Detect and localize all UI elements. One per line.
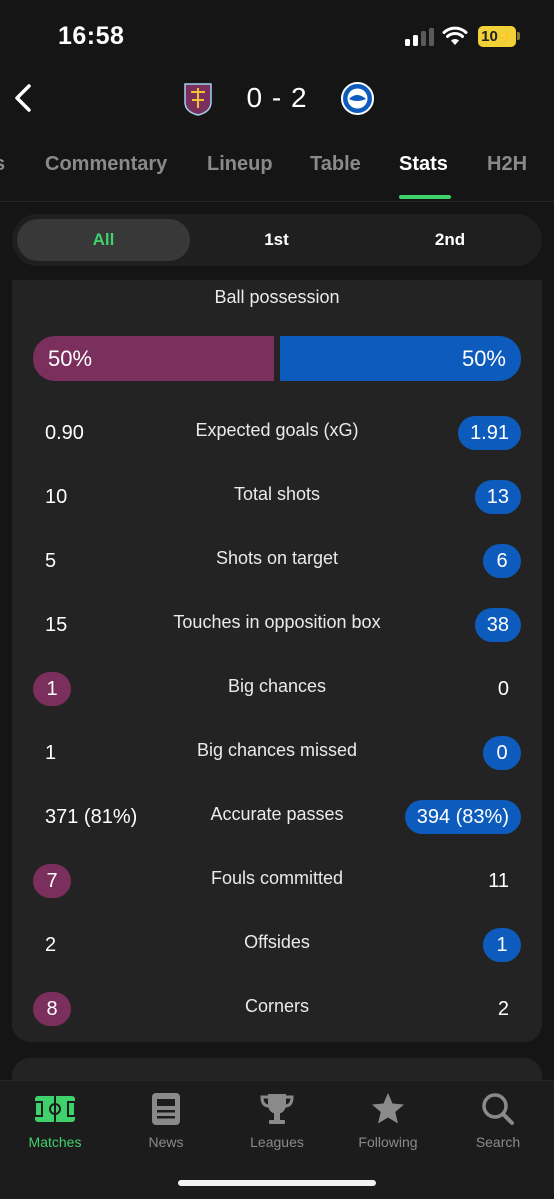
stat-away-value: 1 [483, 928, 521, 962]
stat-row-total-shots: 10 Total shots 13 [12, 475, 542, 515]
stat-away-value: 6 [483, 544, 521, 578]
pitch-icon [34, 1096, 76, 1122]
cellular-signal-icon [405, 28, 435, 46]
trophy-icon [260, 1094, 294, 1124]
segment-1st[interactable]: 1st [190, 219, 363, 261]
away-possession-value: 50% [461, 346, 506, 371]
stat-row-shots-on-target: 5 Shots on target 6 [12, 539, 542, 579]
stat-away-value: 38 [474, 608, 521, 642]
stat-row-xg: 0.90 Expected goals (xG) 1.91 [12, 411, 542, 451]
back-button[interactable] [8, 78, 38, 118]
nav-matches[interactable]: Matches [5, 1091, 105, 1150]
tab-table[interactable]: Table [310, 153, 361, 176]
nav-label: News [148, 1134, 184, 1150]
stat-row-corners: 8 Corners 2 [12, 987, 542, 1027]
stat-label: Big chances [227, 676, 327, 696]
nav-label: Matches [28, 1134, 82, 1150]
stat-away-value: 11 [488, 870, 509, 892]
home-team-crest-icon[interactable] [183, 82, 213, 116]
stat-row-offsides: 2 Offsides 1 [12, 923, 542, 963]
nav-leagues[interactable]: Leagues [227, 1091, 327, 1150]
tab-stats[interactable]: Stats [399, 153, 448, 176]
status-bar: 16:58 10⚡ [0, 0, 554, 70]
nav-news[interactable]: News [116, 1091, 216, 1150]
battery-icon: 10⚡ [478, 26, 516, 47]
tab-lineup[interactable]: Lineup [207, 153, 273, 176]
stat-label: Fouls committed [210, 868, 344, 888]
segment-all[interactable]: All [17, 219, 190, 261]
status-time: 16:58 [58, 22, 125, 50]
battery-nub [517, 32, 520, 40]
stat-label: Offsides [244, 932, 310, 952]
away-possession-bar: 50% [280, 336, 521, 381]
tab-h2h[interactable]: H2H [487, 153, 527, 176]
nav-label: Following [358, 1134, 418, 1150]
wifi-icon [442, 26, 468, 45]
stat-label: Total shots [233, 484, 321, 504]
stat-away-value: 0 [483, 736, 521, 770]
nav-search[interactable]: Search [448, 1091, 548, 1150]
match-score: 0 - 2 [246, 82, 308, 113]
stats-card: Ball possession 50% 50% 0.90 Expected go… [12, 280, 542, 1042]
match-tabs: s Commentary Lineup Table Stats H2H [0, 140, 554, 202]
home-possession-value: 50% [48, 346, 93, 371]
active-tab-indicator [399, 195, 451, 199]
period-selector: All 1st 2nd [12, 214, 542, 266]
stat-label: Corners [244, 996, 310, 1016]
stat-label: Shots on target [215, 548, 339, 568]
stat-away-value: 1.91 [458, 416, 521, 450]
news-icon [152, 1093, 180, 1125]
nav-label: Leagues [250, 1134, 304, 1150]
stat-label: Big chances missed [196, 740, 358, 760]
stat-row-fouls: 7 Fouls committed 11 [12, 859, 542, 899]
home-possession-bar: 50% [33, 336, 274, 381]
battery-level: 10 [481, 28, 498, 45]
stat-row-touches-box: 15 Touches in opposition box 38 [12, 603, 542, 643]
possession-title: Ball possession [214, 287, 340, 307]
tab-commentary[interactable]: Commentary [45, 153, 167, 176]
stat-row-accurate-passes: 371 (81%) Accurate passes 394 (83%) [12, 795, 542, 835]
stat-away-value: 394 (83%) [404, 800, 521, 834]
match-header: 0 - 2 [0, 70, 554, 130]
nav-following[interactable]: Following [338, 1091, 438, 1150]
home-indicator [178, 1180, 376, 1186]
star-icon [372, 1093, 404, 1124]
stat-row-big-chances: 1 Big chances 0 [12, 667, 542, 707]
stat-row-big-chances-missed: 1 Big chances missed 0 [12, 731, 542, 771]
away-team-crest-icon[interactable] [341, 82, 374, 115]
segment-2nd[interactable]: 2nd [363, 219, 537, 261]
stat-away-value: 2 [497, 998, 509, 1020]
stat-away-value: 0 [497, 678, 509, 700]
tab-partial[interactable]: s [0, 153, 5, 176]
stat-label: Touches in opposition box [173, 612, 381, 632]
stat-away-value: 13 [474, 480, 521, 514]
search-icon [482, 1093, 514, 1125]
nav-label: Search [475, 1134, 521, 1150]
